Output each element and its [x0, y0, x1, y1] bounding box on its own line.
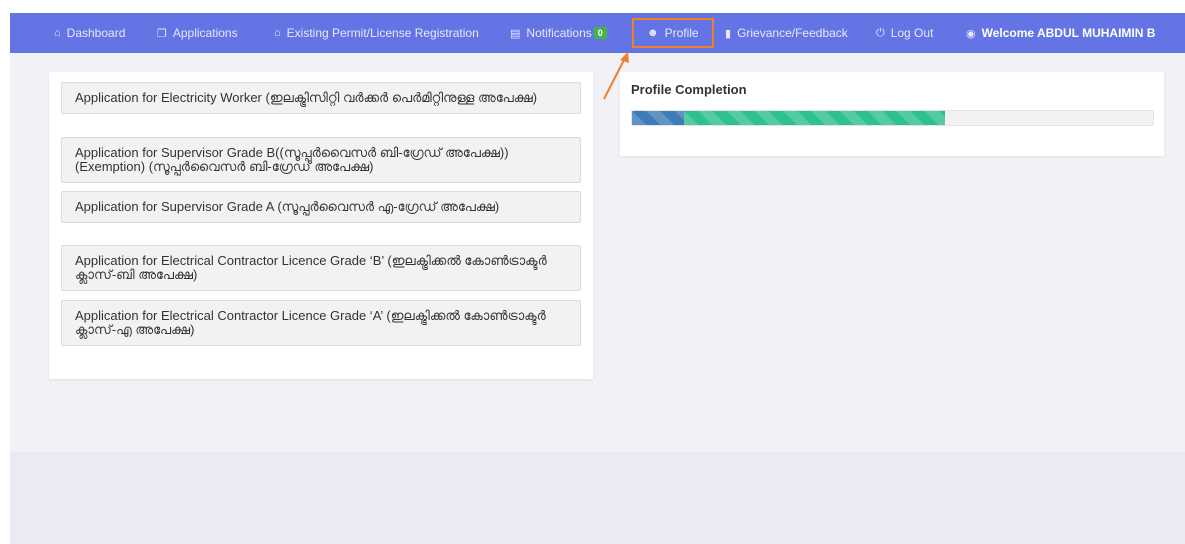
progress-segment-blue [632, 111, 685, 125]
nav-existing-permit-label: Existing Permit/License Registration [286, 26, 479, 40]
welcome-user[interactable]: ◉ Welcome ABDUL MUHAIMIN B [966, 13, 1155, 53]
nav-logout[interactable]: ⏻ Log Out [876, 13, 933, 53]
profile-highlight-box [632, 18, 714, 48]
home-icon: ⌂ [274, 27, 281, 39]
nav-grievance[interactable]: ▮ Grievance/Feedback [725, 13, 848, 53]
power-icon: ⏻ [876, 26, 885, 39]
nav-grievance-label: Grievance/Feedback [737, 26, 848, 40]
list-icon: ▤ [510, 27, 521, 40]
nav-applications[interactable]: ❐ Applications [157, 13, 238, 53]
profile-completion-title: Profile Completion [631, 82, 747, 97]
application-item-electricity-worker[interactable]: Application for Electricity Worker (ഇലക്… [61, 82, 581, 114]
nav-dashboard[interactable]: ⌂ Dashboard [54, 13, 125, 53]
application-item-contractor-b[interactable]: Application for Electrical Contractor Li… [61, 245, 581, 291]
profile-progress-bar [631, 110, 1154, 126]
application-item-label: Application for Electricity Worker (ഇലക്… [75, 90, 538, 105]
nav-logout-label: Log Out [890, 26, 934, 40]
user-circle-icon: ◉ [966, 27, 976, 40]
progress-segment-green [684, 111, 945, 125]
application-item-contractor-a[interactable]: Application for Electrical Contractor Li… [61, 300, 581, 346]
notification-count-badge: 0 [593, 27, 607, 39]
top-navbar: ⌂ Dashboard ❐ Applications ⌂ Existing Pe… [10, 13, 1185, 53]
document-icon: ▮ [725, 27, 732, 40]
home-icon: ⌂ [54, 27, 61, 39]
application-item-supervisor-a[interactable]: Application for Supervisor Grade A (സൂപ്… [61, 191, 581, 223]
welcome-text: Welcome ABDUL MUHAIMIN B [981, 26, 1156, 40]
page-left-margin [0, 0, 10, 544]
nav-notifications-label: Notifications [526, 26, 592, 40]
nav-notifications[interactable]: ▤ Notifications 0 [510, 13, 607, 53]
window-icon: ❐ [157, 27, 167, 40]
nav-applications-label: Applications [172, 26, 238, 40]
application-item-supervisor-b[interactable]: Application for Supervisor Grade B((സൂപ്… [61, 137, 581, 183]
application-item-label: Application for Supervisor Grade B((സൂപ്… [75, 145, 509, 174]
nav-dashboard-label: Dashboard [66, 26, 126, 40]
page-footer [10, 452, 1185, 544]
nav-existing-permit[interactable]: ⌂ Existing Permit/License Registration [274, 13, 479, 53]
application-item-label: Application for Supervisor Grade A (സൂപ്… [75, 199, 500, 214]
annotation-arrow-icon [603, 52, 629, 100]
application-item-label: Application for Electrical Contractor Li… [75, 308, 546, 337]
application-item-label: Application for Electrical Contractor Li… [75, 253, 547, 282]
